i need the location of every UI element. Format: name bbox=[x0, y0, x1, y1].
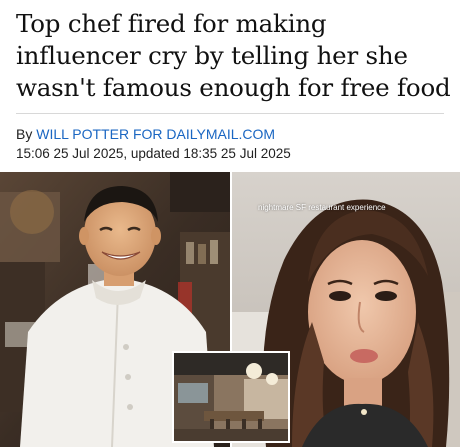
restaurant-illustration bbox=[174, 353, 288, 441]
byline: By WILL POTTER FOR DAILYMAIL.COM bbox=[16, 126, 275, 142]
author-link[interactable]: WILL POTTER FOR DAILYMAIL.COM bbox=[36, 126, 275, 142]
video-caption-overlay: nightmare SF restaurant experience bbox=[258, 203, 386, 212]
byline-prefix: By bbox=[16, 126, 37, 142]
restaurant-inset-photo[interactable] bbox=[172, 351, 290, 443]
article-headline: Top chef fired for making influencer cry… bbox=[16, 9, 451, 102]
article-photo-collage[interactable] bbox=[0, 172, 460, 447]
headline-divider bbox=[16, 113, 444, 114]
article-dateline: 15:06 25 Jul 2025, updated 18:35 25 Jul … bbox=[16, 146, 291, 161]
